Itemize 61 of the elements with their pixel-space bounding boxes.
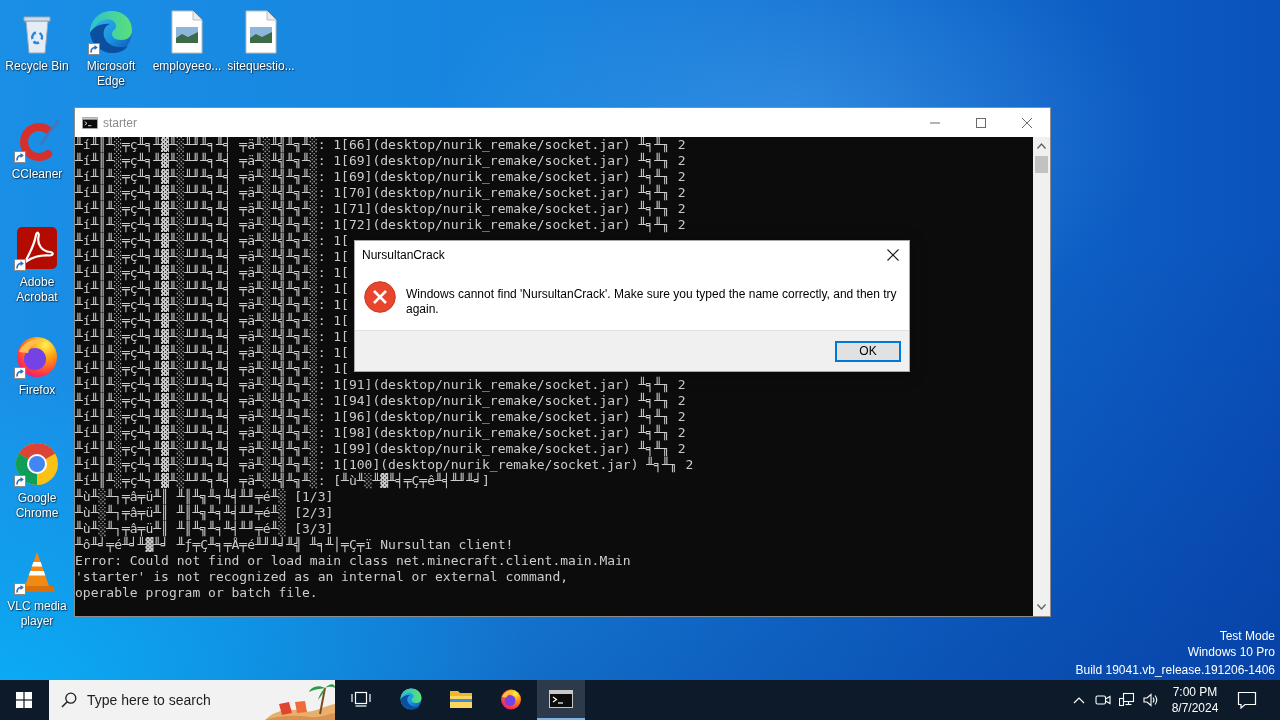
console-line: Error: Could not find or load main class net.minecraft.client.main.Main	[75, 553, 631, 569]
clock-button[interactable]: 7:00 PM 8/7/2024	[1163, 680, 1227, 720]
console-line: ╨í╨║╨░╤ç╨╕╨▓╨░╨╜╨╕╨╡ ╤ä╨░╨╣╨╗╨░: 1[	[75, 297, 349, 313]
windows-logo-icon	[16, 692, 32, 708]
scroll-up-icon[interactable]	[1037, 143, 1046, 149]
console-line: ╨í╨║╨░╤ç╨╕╨▓╨░╨╜╨╕╨╡ ╤ä╨░╨╣╨╗╨░: 1[96](desktop/nurik_remake/socket.jar) ╨╕╨╖ 2	[75, 409, 686, 425]
console-line: ╨í╨║╨░╤ç╨╕╨▓╨░╨╜╨╕╨╡ ╤ä╨░╨╣╨╗╨░: 1[66](desktop/nurik_remake/socket.jar) ╨╕╨╖ 2	[75, 137, 686, 153]
system-info-text: Windows 10 Pro	[1187, 644, 1275, 660]
error-icon	[364, 281, 396, 313]
console-line: ╨í╨║╨░╤ç╨╕╨▓╨░╨╜╨╕╨╡ ╤ä╨░╨╣╨╗╨░: 1[	[75, 345, 349, 361]
close-icon	[887, 249, 899, 261]
console-line: ╨í╨║╨░╤ç╨╕╨▓╨░╨╜╨╕╨╡ ╤ä╨░╨╣╨╗╨░: 1[	[75, 281, 349, 297]
network-icon[interactable]	[1119, 692, 1135, 708]
volume-icon[interactable]	[1143, 692, 1159, 708]
console-line: ╨í╨║╨░╤ç╨╕╨▓╨░╨╜╨╕╨╡ ╤ä╨░╨╣╨╗╨░: 1[91](desktop/nurik_remake/socket.jar) ╨╕╨╖ 2	[75, 377, 686, 393]
maximize-icon	[976, 117, 986, 128]
video-camera-icon[interactable]	[1095, 692, 1111, 708]
console-line: ╨í╨║╨░╤ç╨╕╨▓╨░╨╜╨╕╨╡ ╤ä╨░╨╣╨╗╨░: 1[	[75, 329, 349, 345]
search-field[interactable]: Type here to search	[87, 692, 252, 708]
console-line: ╨í╨║╨░╤ç╨╕╨▓╨░╨╜╨╕╨╡ ╤ä╨░╨╣╨╗╨░: 1[	[75, 233, 349, 249]
chevron-up-icon[interactable]	[1073, 696, 1085, 704]
console-line: 'starter' is not recognized as an internal or external command,	[75, 569, 569, 585]
system-info-text: Test Mode	[1219, 628, 1275, 644]
console-line: ╨ù╨░╨┐╤â╤ü╨║ ╨║╨╗╨╕╨╡╨╜╤é╨░ [1/3]	[75, 489, 334, 505]
console-line: ╨í╨║╨░╤ç╨╕╨▓╨░╨╜╨╕╨╡ ╤ä╨░╨╣╨╗╨░: 1[100](desktop/nurik_remake/socket.jar) ╨╕╨╖ 2	[75, 457, 694, 473]
console-line: ╨ù╨░╨┐╤â╤ü╨║ ╨║╨╗╨╕╨╡╨╜╤é╨░ [3/3]	[75, 521, 334, 537]
console-line: ╨í╨║╨░╤ç╨╕╨▓╨░╨╜╨╕╨╡ ╤ä╨░╨╣╨╗╨░: 1[72](desktop/nurik_remake/socket.jar) ╨╕╨╖ 2	[75, 217, 686, 233]
task-view-icon	[351, 691, 371, 707]
terminal-icon	[82, 116, 98, 129]
console-line: ╨í╨║╨░╤ç╨╕╨▓╨░╨╜╨╕╨╡ ╤ä╨░╨╣╨╗╨░: 1[69](desktop/nurik_remake/socket.jar) ╨╕╨╖ 2	[75, 153, 686, 169]
console-line: ╨í╨║╨░╤ç╨╕╨▓╨░╨╜╨╕╨╡ ╤ä╨░╨╣╨╗╨░: 1[	[75, 265, 349, 281]
search-icon[interactable]	[61, 692, 77, 708]
scrollbar[interactable]	[1033, 137, 1050, 616]
terminal-icon	[549, 690, 573, 708]
window-title: starter	[103, 115, 138, 130]
console-line: operable program or batch file.	[75, 585, 318, 601]
ok-button[interactable]: OK	[835, 340, 901, 362]
console-line: ╨í╨║╨░╤ç╨╕╨▓╨░╨╜╨╕╨╡ ╤ä╨░╨╣╨╗╨░: 1[69](desktop/nurik_remake/socket.jar) ╨╕╨╖ 2	[75, 169, 686, 185]
console-line: ╨í╨║╨░╤ç╨╕╨▓╨░╨╜╨╕╨╡ ╤ä╨░╨╣╨╗╨░: 1[99](desktop/nurik_remake/socket.jar) ╨╕╨╖ 2	[75, 441, 686, 457]
dialog-title: NursultanCrack	[362, 248, 446, 262]
console-line: ╨í╨║╨░╤ç╨╕╨▓╨░╨╜╨╕╨╡ ╤ä╨░╨╣╨╗╨░: [╨ù╨░╨▓╨╡╤Ç╤ê╨╡╨╜╨╛]	[75, 473, 490, 489]
scrollbar-thumb[interactable]	[1035, 156, 1048, 173]
console-line: ╨í╨║╨░╤ç╨╕╨▓╨░╨╜╨╕╨╡ ╤ä╨░╨╣╨╗╨░: 1[	[75, 249, 349, 265]
scroll-down-icon[interactable]	[1037, 604, 1046, 610]
taskbar-button[interactable]	[537, 680, 585, 720]
console-line: ╨ù╨░╨┐╤â╤ü╨║ ╨║╨╗╨╕╨╡╨╜╤é╨░ [2/3]	[75, 505, 334, 521]
system-info-text: Build 19041.vb_release.191206-1406	[1075, 662, 1275, 678]
dialog-message: Windows cannot find 'NursultanCrack'. Make sure you typed the name correctly, and then try again.	[406, 287, 898, 317]
console-line: ╨ô╨╛╤é╨╛╨▓╨╛ ╨ƒ╤Ç╨╕╤Å╤é╨╜╨╛╨╣ ╨╕╨│╤Ç╤ï Nursultan client!	[75, 537, 514, 553]
console-line: ╨í╨║╨░╤ç╨╕╨▓╨░╨╜╨╕╨╡ ╤ä╨░╨╣╨╗╨░: 1[94](desktop/nurik_remake/socket.jar) ╨╕╨╖ 2	[75, 393, 686, 409]
console-line: ╨í╨║╨░╤ç╨╕╨▓╨░╨╜╨╕╨╡ ╤ä╨░╨╣╨╗╨░: 1[98](desktop/nurik_remake/socket.jar) ╨╕╨╖ 2	[75, 425, 686, 441]
segmented-ring-icon	[13, 440, 61, 488]
close-icon	[1022, 117, 1032, 128]
swirl-circle-icon	[399, 687, 423, 711]
console-line: ╨í╨║╨░╤ç╨╕╨▓╨░╨╜╨╕╨╡ ╤ä╨░╨╣╨╗╨░: 1[	[75, 361, 349, 377]
flame-globe-icon	[499, 687, 523, 711]
notification-icon[interactable]	[1237, 691, 1257, 709]
console-line: ╨í╨║╨░╤ç╨╕╨▓╨░╨╜╨╕╨╡ ╤ä╨░╨╣╨╗╨░: 1[	[75, 313, 349, 329]
console-line: ╨í╨║╨░╤ç╨╕╨▓╨░╨╜╨╕╨╡ ╤ä╨░╨╣╨╗╨░: 1[71](desktop/nurik_remake/socket.jar) ╨╕╨╖ 2	[75, 201, 686, 217]
console-line: ╨í╨║╨░╤ç╨╕╨▓╨░╨╜╨╕╨╡ ╤ä╨░╨╣╨╗╨░: 1[70](desktop/nurik_remake/socket.jar) ╨╕╨╖ 2	[75, 185, 686, 201]
swirl-circle-icon	[87, 8, 135, 56]
